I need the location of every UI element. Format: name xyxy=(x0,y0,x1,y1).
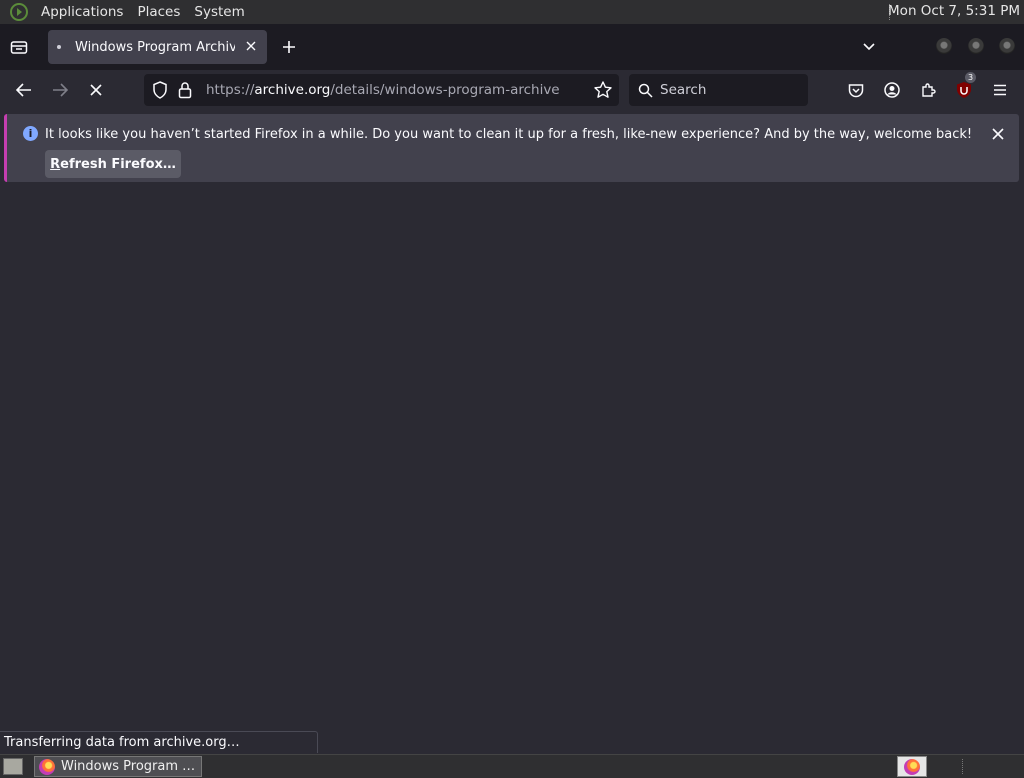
hamburger-menu-icon xyxy=(994,84,1006,96)
bottom-taskbar: Windows Program … xyxy=(0,754,1024,778)
tab-close-button[interactable] xyxy=(243,38,259,54)
extensions-button[interactable] xyxy=(914,76,942,104)
tab-bar: Windows Program Archive xyxy=(0,24,1024,70)
minimize-button[interactable] xyxy=(936,38,952,54)
firefox-view-button[interactable] xyxy=(6,34,32,60)
puzzle-piece-icon xyxy=(922,83,936,97)
url-bar[interactable]: https://archive.org/details/windows-prog… xyxy=(144,74,619,106)
tracking-shield-icon[interactable] xyxy=(152,81,168,99)
close-icon xyxy=(246,41,256,51)
bookmark-star-icon[interactable] xyxy=(593,80,613,100)
new-tab-button[interactable] xyxy=(278,36,300,58)
status-panel: Transferring data from archive.org… xyxy=(0,731,318,753)
lock-icon[interactable] xyxy=(178,81,192,99)
workspace-switcher[interactable] xyxy=(897,756,927,777)
stop-button[interactable] xyxy=(82,76,110,104)
clock[interactable]: Mon Oct 7, 5:31 PM xyxy=(888,3,1020,19)
show-desktop-button[interactable] xyxy=(3,758,23,775)
forward-arrow-icon xyxy=(53,83,68,97)
plus-icon xyxy=(283,41,295,53)
notification-message: It looks like you haven’t started Firefo… xyxy=(45,127,973,142)
refresh-notification-bar: i It looks like you haven’t started Fire… xyxy=(4,114,1019,182)
pocket-icon xyxy=(848,83,864,97)
forward-button[interactable] xyxy=(46,76,74,104)
account-icon xyxy=(884,82,900,98)
url-text: https://archive.org/details/windows-prog… xyxy=(206,82,560,98)
distro-logo-icon[interactable] xyxy=(10,3,28,21)
notification-close-button[interactable] xyxy=(989,125,1007,143)
list-all-tabs-button[interactable] xyxy=(858,36,880,58)
system-menu[interactable]: System xyxy=(187,4,251,20)
tab-title: Windows Program Archive xyxy=(75,39,235,55)
firefox-view-icon xyxy=(10,41,28,54)
back-arrow-icon xyxy=(16,83,31,97)
search-placeholder: Search xyxy=(660,82,707,98)
pocket-button[interactable] xyxy=(842,76,870,104)
taskbar-firefox-window[interactable]: Windows Program … xyxy=(34,756,202,777)
applications-menu[interactable]: Applications xyxy=(34,4,130,20)
account-button[interactable] xyxy=(878,76,906,104)
close-window-button[interactable] xyxy=(999,38,1015,54)
refresh-firefox-button[interactable]: Refresh Firefox… xyxy=(45,150,181,178)
loading-dot-icon xyxy=(57,45,61,49)
stop-x-icon xyxy=(90,84,102,96)
taskbar-window-label: Windows Program … xyxy=(61,759,196,774)
places-menu[interactable]: Places xyxy=(130,4,187,20)
firefox-icon xyxy=(904,758,920,775)
ublock-badge: 3 xyxy=(965,72,976,83)
search-bar[interactable]: Search xyxy=(629,74,808,106)
firefox-icon xyxy=(39,758,55,775)
app-menu-button[interactable] xyxy=(986,76,1014,104)
page-content[interactable] xyxy=(0,186,1024,754)
tab-windows-program-archive[interactable]: Windows Program Archive xyxy=(48,30,267,64)
back-button[interactable] xyxy=(10,76,38,104)
ublock-shield-icon xyxy=(957,82,971,98)
maximize-button[interactable] xyxy=(968,38,984,54)
info-icon: i xyxy=(23,126,38,141)
close-icon xyxy=(992,128,1004,140)
nav-bar: https://archive.org/details/windows-prog… xyxy=(0,70,1024,110)
top-panel: Applications Places System Mon Oct 7, 5:… xyxy=(0,0,1024,24)
search-icon xyxy=(638,83,653,98)
chevron-down-icon xyxy=(863,43,875,51)
tray-separator xyxy=(962,759,963,774)
